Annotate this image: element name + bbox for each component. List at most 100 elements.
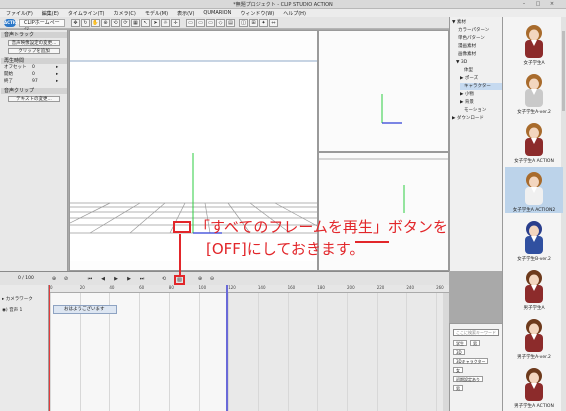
side-viewport[interactable] (318, 30, 449, 152)
move-icon[interactable]: ✥ (71, 19, 80, 27)
clip-homepage-button[interactable]: CLIPホームページ (19, 19, 65, 33)
sound-track-row[interactable]: ◉) 音声 1 (2, 307, 22, 313)
play-icon[interactable]: ▶ (112, 276, 120, 283)
menu-edit[interactable]: 編集(E) (42, 10, 59, 17)
tree-item-3d[interactable]: ▼ 3D (456, 59, 502, 66)
tree-item-character[interactable]: キャラクター (460, 83, 502, 90)
chevron-right-icon[interactable]: ▸ (56, 65, 58, 71)
timeline-grid-line (50, 293, 51, 411)
timeline-panel: 0 20 40 60 80 100 120 140 160 180 200 220 240 260 ▸ カ… (0, 285, 449, 411)
material-thumbnail[interactable]: 女子学生A ACTION2 (505, 167, 563, 213)
mirror-icon[interactable]: ⇔ (269, 19, 278, 27)
material-thumbnail[interactable]: 男子学生A-ver.2 (505, 314, 563, 360)
tree-item-motion[interactable]: モーション (464, 107, 502, 114)
tree-item-props[interactable]: ▶ 小物 (460, 91, 502, 98)
minimize-button[interactable]: – (518, 1, 530, 7)
text-change-button[interactable]: テキストの変更... (8, 96, 60, 102)
sound-clip[interactable]: おはようございます (53, 305, 117, 314)
add-keyframe-icon[interactable]: ⊕ (50, 276, 58, 283)
material-thumbnail[interactable]: 女子学生A (505, 20, 563, 66)
end-value[interactable]: 97 (32, 79, 38, 85)
grid-icon[interactable]: ▦ (131, 19, 140, 27)
tree-item-background[interactable]: ▶ 背景 (460, 99, 502, 106)
timeline-grid-line (139, 293, 141, 411)
hand-icon[interactable]: ✋ (91, 19, 100, 27)
menu-timeline[interactable]: タイムライン(T) (68, 10, 105, 17)
sound-track-header[interactable]: 音声トラック (1, 32, 67, 38)
tree-item-download[interactable]: ▶ ダウンロード (452, 115, 502, 122)
delete-keyframe-icon[interactable]: ⊘ (62, 276, 70, 283)
sun-icon[interactable]: ☼ (161, 19, 170, 27)
menu-camera[interactable]: カメラ(C) (113, 10, 135, 17)
material-thumbnail[interactable]: 男子学生A ACTION (505, 363, 563, 409)
rotate-camera-icon[interactable]: ⟲ (111, 19, 120, 27)
window-title: *無題プロジェクト - CLIP STUDIO ACTION (233, 2, 333, 8)
sound-settings-button[interactable]: 音声映像設定の変更... (8, 40, 60, 46)
tree-item-image[interactable]: 画像素材 (458, 51, 502, 58)
playback-header[interactable]: 再生時間 (1, 58, 67, 64)
layout-icon[interactable]: ▤ (226, 19, 235, 27)
sound-clip-header[interactable]: 音声クリップ (1, 88, 67, 94)
tree-item-pose[interactable]: ▶ ポーズ (460, 75, 502, 82)
light-icon[interactable]: ✦ (259, 19, 268, 27)
material-label: 女子学生B-ver.2 (517, 257, 551, 262)
timeline-scrollbar[interactable] (443, 293, 449, 411)
material-thumbnail[interactable]: 男子学生A (505, 265, 563, 311)
next-frame-icon[interactable]: ▶ (125, 276, 133, 283)
menu-file[interactable]: ファイル(F) (6, 10, 33, 17)
tree-item-materials[interactable]: ▼ 素材 (452, 19, 502, 26)
reset-icon[interactable]: ⟳ (121, 19, 130, 27)
playhead[interactable] (49, 285, 50, 411)
tree-item-mono-pattern[interactable]: 単色パターン (458, 35, 502, 42)
select-icon[interactable]: ⊞ (249, 19, 258, 27)
start-value[interactable]: 0 (32, 72, 35, 78)
tree-item-manga[interactable]: 漫画素材 (458, 43, 502, 50)
tag-female[interactable]: 女 (453, 367, 463, 373)
material-thumbnail[interactable]: 女子学生A-ver.2 (505, 69, 563, 115)
chevron-right-icon[interactable]: ▸ (56, 72, 58, 78)
offset-value[interactable]: 0 (32, 65, 35, 71)
tag-student[interactable]: 学生 (453, 340, 467, 346)
menu-qumarion[interactable]: QUMARION (203, 10, 231, 16)
tag-male[interactable]: 男 (470, 340, 480, 346)
tree-item-color-pattern[interactable]: カラーパターン (458, 27, 502, 34)
timeline-ruler[interactable]: 0 20 40 60 80 100 120 140 160 180 200 220 240 260 (49, 285, 449, 293)
menu-help[interactable]: ヘルプ(H) (283, 10, 306, 17)
prev-frame-icon[interactable]: ◀ (99, 276, 107, 283)
tag-default[interactable]: 初期設定あり (453, 376, 483, 382)
material-thumbnail[interactable]: 女子学生B-ver.2 (505, 216, 563, 262)
add-clip-button[interactable]: クリップを追加 (8, 48, 60, 54)
tree-item-body-type[interactable]: 体型 (464, 67, 502, 74)
camera-side-icon[interactable]: ▭ (196, 19, 205, 27)
menu-window[interactable]: ウィンドウ(W) (240, 10, 274, 17)
material-label: 女子学生A-ver.2 (517, 110, 551, 115)
end-marker[interactable] (226, 285, 228, 411)
fit-icon[interactable]: ◫ (239, 19, 248, 27)
loop-icon[interactable]: ⟲ (160, 276, 168, 283)
close-button[interactable]: × (546, 1, 558, 7)
camera-track-row[interactable]: ▸ カメラワーク (2, 296, 33, 302)
last-frame-icon[interactable]: ⏭ (138, 276, 146, 283)
rotate-icon[interactable]: ↻ (81, 19, 90, 27)
cursor-icon[interactable]: ➤ (151, 19, 160, 27)
maximize-button[interactable]: □ (532, 1, 544, 7)
material-thumbnail[interactable]: 女子学生A ACTION (505, 118, 563, 164)
tag-3d[interactable]: 3D (453, 349, 465, 355)
chevron-right-icon[interactable]: ▸ (56, 79, 58, 85)
tag-male-2[interactable]: 男 (453, 385, 463, 391)
menu-model[interactable]: モデル(M) (145, 10, 168, 17)
first-frame-icon[interactable]: ⏮ (86, 276, 94, 283)
tag-3d-character[interactable]: 3Dキャラクター (453, 358, 489, 364)
camera-front-icon[interactable]: ▭ (186, 19, 195, 27)
play-all-frames-icon[interactable]: ▧ (174, 275, 185, 285)
menu-view[interactable]: 表示(V) (177, 10, 194, 17)
zoom-icon[interactable]: ⊕ (101, 19, 110, 27)
app-logo[interactable]: ACTION (4, 19, 21, 27)
axis-icon[interactable]: ✛ (171, 19, 180, 27)
search-input[interactable]: ここに検索キーワード (453, 329, 499, 336)
zoom-out-icon[interactable]: ⊖ (208, 276, 216, 283)
zoom-in-icon[interactable]: ⊕ (196, 276, 204, 283)
camera-perspective-icon[interactable]: ◇ (216, 19, 225, 27)
camera-top-icon[interactable]: ▭ (206, 19, 215, 27)
pointer-icon[interactable]: ↖ (141, 19, 150, 27)
